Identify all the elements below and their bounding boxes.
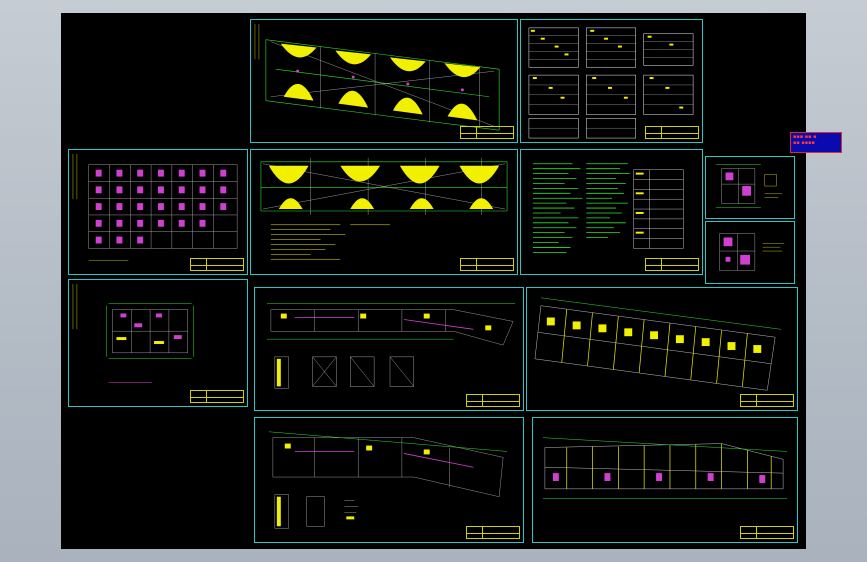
floor-plan-3-drawing	[268, 431, 508, 529]
sheet-floor-plan-3[interactable]	[254, 417, 524, 543]
grid-details-drawing	[72, 153, 238, 261]
sheet-roof-plan-top[interactable]	[250, 19, 518, 143]
legend-panel[interactable]: ▪▪▪ ▪▪ ▪ ▪▪ ▪▪▪▪	[790, 132, 842, 153]
sheet-floor-plan-2[interactable]	[526, 287, 798, 411]
sheet-grid-details[interactable]	[68, 149, 248, 275]
title-block	[466, 526, 520, 539]
sheet-small-detail-a[interactable]	[705, 156, 795, 219]
sheet-floor-plan-4[interactable]	[532, 417, 798, 543]
unit-plan-drawing	[72, 283, 194, 383]
title-block	[460, 126, 514, 139]
title-block	[466, 394, 520, 407]
sheet-small-detail-b[interactable]	[705, 221, 795, 284]
title-block	[460, 258, 514, 271]
schedule-tables-drawing	[528, 27, 694, 139]
small-detail-b-drawing	[719, 233, 785, 271]
sheet-notes[interactable]	[520, 149, 703, 275]
title-block	[190, 258, 244, 271]
sheet-floor-plan-1[interactable]	[254, 287, 524, 411]
roof-plan-drawing	[254, 23, 500, 131]
floor-plan-2-drawing	[534, 297, 782, 391]
notes-drawing	[532, 163, 684, 253]
title-block	[740, 394, 794, 407]
sheet-unit-plan[interactable]	[68, 279, 248, 407]
title-block	[645, 126, 699, 139]
sheet-roof-plan-mid[interactable]	[250, 149, 518, 275]
legend-line-2: ▪▪ ▪▪▪▪	[793, 140, 815, 146]
title-block	[190, 390, 244, 403]
title-block	[645, 258, 699, 271]
roof-plan-mid-drawing	[260, 157, 508, 260]
floor-plan-1-drawing	[266, 303, 516, 389]
drawing-canvas[interactable]: ▪▪▪ ▪▪ ▪ ▪▪ ▪▪▪▪	[61, 13, 842, 549]
small-detail-a-drawing	[715, 164, 783, 208]
floor-plan-4-drawing	[542, 437, 788, 499]
sheet-schedule-tables[interactable]	[520, 19, 703, 143]
title-block	[740, 526, 794, 539]
